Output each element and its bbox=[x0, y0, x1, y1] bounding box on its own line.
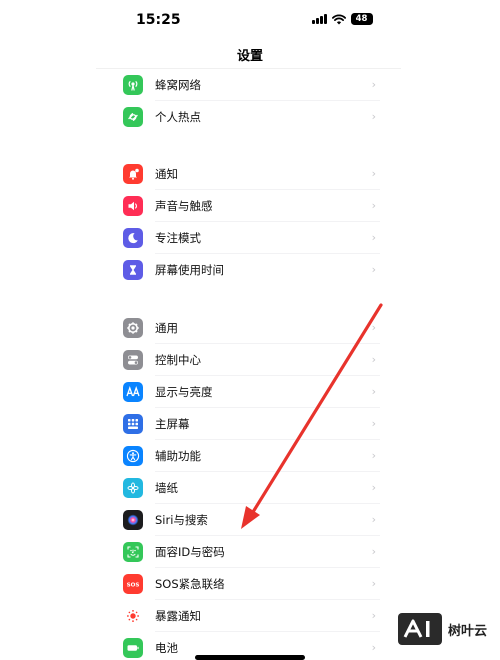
svg-text:SOS: SOS bbox=[127, 582, 140, 588]
status-indicators: 48 bbox=[312, 13, 373, 25]
settings-row-label: 面容ID与密码 bbox=[155, 545, 225, 559]
wallpaper-flower-icon bbox=[123, 478, 143, 498]
aa-display-icon bbox=[123, 382, 143, 402]
wifi-icon bbox=[331, 14, 346, 24]
settings-row-label: 墙纸 bbox=[155, 481, 178, 495]
chevron-right-icon: › bbox=[371, 513, 376, 526]
chevron-right-icon: › bbox=[371, 231, 376, 244]
chevron-right-icon: › bbox=[371, 353, 376, 366]
settings-row-sounds-haptics[interactable]: 声音与触感 › bbox=[118, 190, 380, 222]
moon-icon bbox=[123, 228, 143, 248]
chevron-right-icon: › bbox=[371, 481, 376, 494]
personal-hotspot-icon bbox=[123, 107, 143, 127]
settings-row-label: 辅助功能 bbox=[155, 449, 201, 463]
settings-row-display-brightness[interactable]: 显示与亮度 › bbox=[118, 376, 380, 408]
settings-row-focus[interactable]: 专注模式 › bbox=[118, 222, 380, 254]
chevron-right-icon: › bbox=[371, 449, 376, 462]
settings-row-exposure-notifications[interactable]: 暴露通知 › bbox=[118, 600, 380, 632]
settings-row-personal-hotspot[interactable]: 个人热点 › bbox=[118, 101, 380, 133]
chevron-right-icon: › bbox=[371, 78, 376, 91]
settings-row-label: 通用 bbox=[155, 321, 178, 335]
settings-row-label: 声音与触感 bbox=[155, 199, 213, 213]
watermark-logo bbox=[398, 613, 442, 645]
battery-level-indicator: 48 bbox=[350, 13, 373, 25]
home-grid-icon bbox=[123, 414, 143, 434]
status-bar: 15:25 48 bbox=[0, 0, 500, 40]
notification-bell-icon bbox=[123, 164, 143, 184]
chevron-right-icon: › bbox=[371, 641, 376, 654]
chevron-right-icon: › bbox=[371, 263, 376, 276]
chevron-right-icon: › bbox=[371, 321, 376, 334]
sos-icon: SOS bbox=[123, 574, 143, 594]
exposure-notification-icon bbox=[123, 606, 143, 626]
toggles-icon bbox=[123, 350, 143, 370]
settings-row-label: 控制中心 bbox=[155, 353, 201, 367]
page-title: 设置 bbox=[236, 49, 263, 64]
settings-row-label: 通知 bbox=[155, 167, 178, 181]
chevron-right-icon: › bbox=[371, 385, 376, 398]
settings-row-screen-time[interactable]: 屏幕使用时间 › bbox=[118, 254, 380, 286]
chevron-right-icon: › bbox=[371, 110, 376, 123]
home-indicator[interactable] bbox=[195, 655, 305, 660]
chevron-right-icon: › bbox=[371, 609, 376, 622]
gear-icon bbox=[123, 318, 143, 338]
chevron-right-icon: › bbox=[371, 577, 376, 590]
settings-row-label: Siri与搜索 bbox=[155, 513, 208, 527]
accessibility-icon bbox=[123, 446, 143, 466]
chevron-right-icon: › bbox=[371, 167, 376, 180]
settings-row-label: SOS紧急联络 bbox=[155, 577, 225, 591]
chevron-right-icon: › bbox=[371, 199, 376, 212]
status-time: 15:25 bbox=[136, 12, 181, 28]
settings-row-control-center[interactable]: 控制中心 › bbox=[118, 344, 380, 376]
settings-row-label: 电池 bbox=[155, 641, 178, 655]
settings-row-notifications[interactable]: 通知 › bbox=[118, 158, 380, 190]
settings-group-general: 通用 › 控制中心 › 显示与亮度 › 主屏幕 › 辅助功能 › 墙纸 › Si… bbox=[118, 312, 380, 660]
settings-row-siri-search[interactable]: Siri与搜索 › bbox=[118, 504, 380, 536]
chevron-right-icon: › bbox=[371, 417, 376, 430]
settings-row-label: 专注模式 bbox=[155, 231, 201, 245]
settings-row-label: 个人热点 bbox=[155, 110, 201, 124]
settings-row-label: 蜂窝网络 bbox=[155, 78, 201, 92]
siri-orb-icon bbox=[123, 510, 143, 530]
settings-row-accessibility[interactable]: 辅助功能 › bbox=[118, 440, 380, 472]
settings-group-notifications: 通知 › 声音与触感 › 专注模式 › 屏幕使用时间 › bbox=[118, 158, 380, 286]
watermark: 树叶云 bbox=[398, 613, 487, 645]
settings-row-cellular[interactable]: 蜂窝网络 › bbox=[118, 69, 380, 101]
settings-row-wallpaper[interactable]: 墙纸 › bbox=[118, 472, 380, 504]
settings-row-home-screen[interactable]: 主屏幕 › bbox=[118, 408, 380, 440]
hourglass-icon bbox=[123, 260, 143, 280]
settings-row-face-id-passcode[interactable]: 面容ID与密码 › bbox=[118, 536, 380, 568]
watermark-text: 树叶云 bbox=[448, 623, 488, 639]
cellular-signal-icon bbox=[312, 14, 327, 24]
settings-row-label: 显示与亮度 bbox=[155, 385, 213, 399]
chevron-right-icon: › bbox=[371, 545, 376, 558]
face-id-icon bbox=[123, 542, 143, 562]
battery-icon bbox=[123, 638, 143, 658]
settings-row-emergency-sos[interactable]: SOS SOS紧急联络 › bbox=[118, 568, 380, 600]
settings-row-label: 屏幕使用时间 bbox=[155, 263, 224, 277]
settings-group-connectivity: 蜂窝网络 › 个人热点 › bbox=[118, 69, 380, 133]
settings-row-label: 主屏幕 bbox=[155, 417, 190, 431]
cellular-antenna-icon bbox=[123, 75, 143, 95]
speaker-icon bbox=[123, 196, 143, 216]
settings-row-general[interactable]: 通用 › bbox=[118, 312, 380, 344]
settings-row-label: 暴露通知 bbox=[155, 609, 201, 623]
ai-logo-icon bbox=[403, 619, 430, 638]
